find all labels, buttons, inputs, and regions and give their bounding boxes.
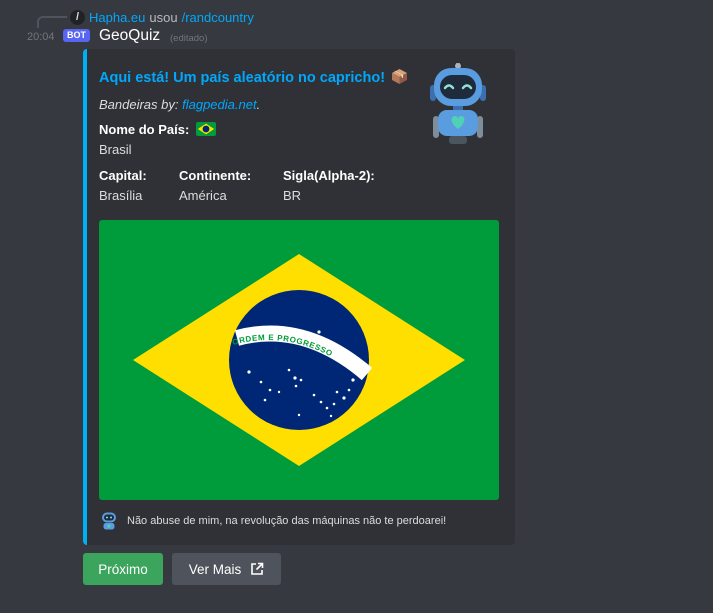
next-button-label: Próximo xyxy=(98,561,148,577)
see-more-button-label: Ver Mais xyxy=(188,561,242,577)
reply-used-text: usou xyxy=(149,9,178,25)
see-more-button[interactable]: Ver Mais xyxy=(172,553,281,585)
package-icon xyxy=(392,69,408,84)
next-button[interactable]: Próximo xyxy=(83,553,163,585)
field-continent-value: América xyxy=(179,188,227,203)
embed-footer: Não abuse de mim, na revolução das máqui… xyxy=(99,511,446,531)
edited-label: (editado) xyxy=(170,33,208,44)
embed-card: Aqui está! Um país aleatório no capricho… xyxy=(83,49,515,545)
robot-icon[interactable] xyxy=(425,63,491,145)
field-continent-label: Continente: xyxy=(179,168,252,183)
field-code-value: BR xyxy=(283,188,302,203)
external-link-icon xyxy=(250,562,264,576)
embed-title: Aqui está! Um país aleatório no capricho… xyxy=(99,68,408,86)
embed-description: Bandeiras by: flagpedia.net. xyxy=(99,97,261,112)
command-reply[interactable]: / Hapha.eu usou /randcountry xyxy=(70,8,254,26)
footer-text: Não abuse de mim, na revolução das máqui… xyxy=(127,515,447,527)
reply-username[interactable]: Hapha.eu xyxy=(89,10,145,25)
field-capital-label: Capital: xyxy=(99,168,147,183)
bot-username[interactable]: GeoQuiz xyxy=(99,27,160,45)
brazil-flag-icon xyxy=(195,122,216,136)
message-timestamp: 20:04 xyxy=(27,31,55,43)
field-code-label: Sigla(Alpha-2): xyxy=(283,168,375,183)
reply-connector xyxy=(37,16,67,28)
flagpedia-link[interactable]: flagpedia.net xyxy=(182,97,256,112)
slash-command-icon: / xyxy=(70,9,85,25)
field-capital-value: Brasília xyxy=(99,188,143,203)
field-country-name-label: Nome do País: xyxy=(99,122,216,137)
bot-badge: BOT xyxy=(63,29,90,42)
field-country-name-value: Brasil xyxy=(99,142,132,157)
robot-footer-icon xyxy=(102,512,116,530)
brazil-flag-image[interactable]: ORDEM E PROGRESSO xyxy=(99,220,499,500)
reply-command[interactable]: /randcountry xyxy=(182,10,254,25)
